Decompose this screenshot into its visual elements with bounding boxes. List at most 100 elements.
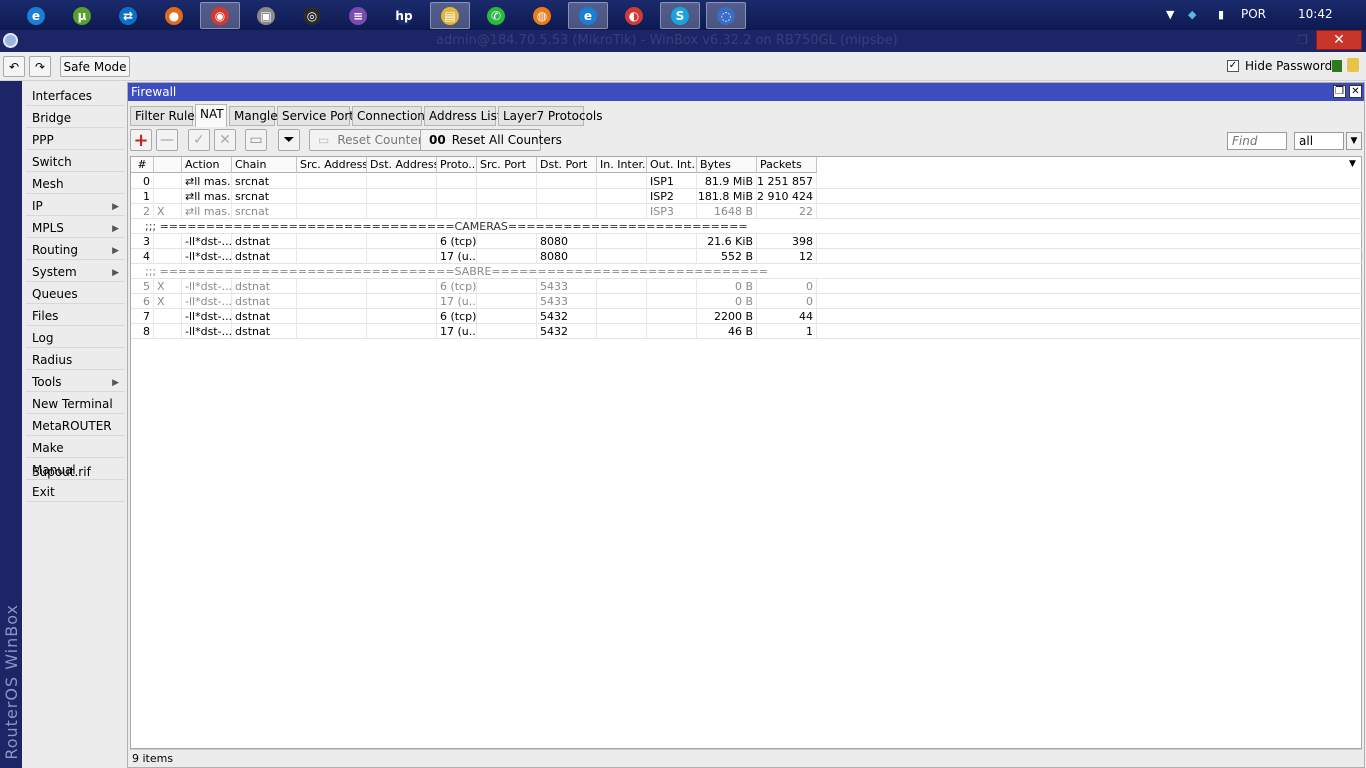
taskbar-app[interactable]: hp xyxy=(384,2,424,29)
reset-all-counters-button[interactable]: 00 Reset All Counters xyxy=(420,129,562,151)
taskbar-app[interactable]: ◉ xyxy=(200,2,240,29)
comment-row[interactable]: ;;; ================================SABR… xyxy=(131,264,1363,279)
hide-passwords-toggle[interactable]: ✓ Hide Passwords xyxy=(1227,59,1338,73)
sidebar-item-bridge[interactable]: Bridge xyxy=(26,106,125,128)
taskbar-app[interactable]: ✆ xyxy=(476,2,516,29)
enable-rule-button[interactable]: ✓ xyxy=(188,129,210,151)
taskbar-app[interactable]: e xyxy=(16,2,56,29)
filter-select[interactable]: all xyxy=(1294,132,1344,150)
sidebar-item-mesh[interactable]: Mesh xyxy=(26,172,125,194)
sidebar-item-routing[interactable]: Routing ▶ xyxy=(26,238,125,260)
columns-dropdown-icon[interactable]: ▼ xyxy=(1349,159,1356,169)
tab-address-lists[interactable]: Address Lists xyxy=(424,106,508,126)
cell-flag xyxy=(154,234,182,249)
comment-button[interactable]: ▭ xyxy=(245,129,267,151)
column-header-dst[interactable]: Dst. Address xyxy=(367,157,437,173)
sidebar-item-new-terminal[interactable]: New Terminal xyxy=(26,392,125,414)
close-window-button[interactable]: ✕ xyxy=(1316,30,1362,50)
battery-icon[interactable]: ▮ xyxy=(1218,8,1224,21)
filter-dropdown-button[interactable]: ▼ xyxy=(1346,132,1362,150)
column-header-sport[interactable]: Src. Port xyxy=(477,157,537,173)
column-header-in[interactable]: In. Inter... xyxy=(597,157,647,173)
sidebar-item-switch[interactable]: Switch xyxy=(26,150,125,172)
sidebar-item-label: New Terminal xyxy=(32,397,113,411)
taskbar-app[interactable]: ▣ xyxy=(246,2,286,29)
taskbar-app[interactable]: ≡ xyxy=(338,2,378,29)
safe-mode-button[interactable]: Safe Mode xyxy=(60,56,130,77)
sidebar-item-metarouter[interactable]: MetaROUTER xyxy=(26,414,125,436)
cell-bytes: 552 B xyxy=(697,249,757,264)
sidebar-item-label: Routing xyxy=(32,243,79,257)
sidebar-item-mpls[interactable]: MPLS ▶ xyxy=(26,216,125,238)
hide-passwords-checkbox[interactable]: ✓ xyxy=(1227,60,1239,72)
add-rule-button[interactable]: + xyxy=(130,129,152,151)
sidebar-item-interfaces[interactable]: Interfaces xyxy=(26,84,125,106)
comment-row[interactable]: ;;; ================================CAME… xyxy=(131,219,1363,234)
column-header-out[interactable]: Out. Int... xyxy=(647,157,697,173)
taskbar-app[interactable]: S xyxy=(660,2,700,29)
table-row[interactable]: 2X⇄ll mas...srcnat ISP31648 B22 xyxy=(131,204,1363,219)
sidebar-item-files[interactable]: Files xyxy=(26,304,125,326)
sidebar-item-queues[interactable]: Queues xyxy=(26,282,125,304)
table-row[interactable]: 6 X -ll*dst-... dstnat 17 (u... 5433 0 B0 xyxy=(131,294,1363,309)
table-row[interactable]: 8 -ll*dst-... dstnat 17 (u... 5432 46 B1 xyxy=(131,324,1363,339)
taskbar-app[interactable]: ◍ xyxy=(522,2,562,29)
redo-button[interactable]: ↷ xyxy=(29,56,51,77)
remove-rule-button[interactable]: — xyxy=(156,129,178,151)
tab-connections[interactable]: Connections xyxy=(352,106,431,126)
tab-nat[interactable]: NAT xyxy=(195,104,227,127)
sidebar-item-system[interactable]: System ▶ xyxy=(26,260,125,282)
sidebar-item-ppp[interactable]: PPP xyxy=(26,128,125,150)
windows-taskbar: e µ ⇄ ● ◉ ▣ ◎ ≡ hp ▤ ✆ ◍ e ◐ S ◌ ▼ ◆ ▮ POR 10:42 xyxy=(0,0,1366,30)
taskbar-app[interactable]: ◐ xyxy=(614,2,654,29)
taskbar-app[interactable]: ◌ xyxy=(706,2,746,29)
tab-service-ports[interactable]: Service Ports xyxy=(277,106,360,126)
sidebar-item-exit[interactable]: Exit xyxy=(26,480,125,502)
tab-layer7-protocols[interactable]: Layer7 Protocols xyxy=(498,106,603,126)
clock[interactable]: 10:42 xyxy=(1298,7,1333,21)
column-header-flag[interactable] xyxy=(154,157,182,173)
taskbar-app[interactable]: e xyxy=(568,2,608,29)
table-row[interactable]: 7 -ll*dst-... dstnat 6 (tcp) 5432 2200 B 44 xyxy=(131,309,1363,324)
sidebar-item-radius[interactable]: Radius xyxy=(26,348,125,370)
sidebar-item-tools[interactable]: Tools ▶ xyxy=(26,370,125,392)
column-header-chain[interactable]: Chain xyxy=(232,157,297,173)
restore-icon[interactable]: ❐ xyxy=(1297,33,1308,47)
tray-expand-icon[interactable]: ▼ xyxy=(1166,8,1174,21)
column-header-bytes[interactable]: Bytes xyxy=(697,157,757,173)
table-row[interactable]: 4 -ll*dst-... dstnat 17 (u... 8080 552 B 12 xyxy=(131,249,1363,264)
column-header-num[interactable]: # xyxy=(131,157,154,173)
column-header-src[interactable]: Src. Address xyxy=(297,157,367,173)
reset-counters-button[interactable]: ▭ Reset Counters xyxy=(309,129,438,151)
table-row[interactable]: 0 ⇄ll mas...srcnat ISP181.9 MiB1 251 857 xyxy=(131,174,1363,189)
taskbar-app[interactable]: ⇄ xyxy=(108,2,148,29)
filter-button[interactable]: ⏷ xyxy=(278,129,300,151)
taskbar-app[interactable]: ◎ xyxy=(292,2,332,29)
sidebar-item-manual[interactable]: Manual xyxy=(26,458,125,480)
find-input[interactable] xyxy=(1227,132,1287,150)
sidebar-item-ip[interactable]: IP ▶ xyxy=(26,194,125,216)
column-header-proto[interactable]: Proto... xyxy=(437,157,477,173)
sidebar-item-make-supout-rif[interactable]: Make Supout.rif xyxy=(26,436,125,479)
column-header-packets[interactable]: Packets xyxy=(757,157,817,173)
column-header-action[interactable]: Action xyxy=(182,157,232,173)
cell-dport xyxy=(537,189,597,204)
table-row[interactable]: 5 X -ll*dst-... dstnat 6 (tcp) 5433 0 B0 xyxy=(131,279,1363,294)
firewall-close-button[interactable]: ✕ xyxy=(1349,85,1362,98)
disable-rule-button[interactable]: ✕ xyxy=(214,129,236,151)
table-row[interactable]: 3 -ll*dst-... dstnat 6 (tcp) 8080 21.6 KiB 398 xyxy=(131,234,1363,249)
language-indicator[interactable]: POR xyxy=(1241,7,1266,21)
dropbox-icon[interactable]: ◆ xyxy=(1188,8,1196,21)
table-row[interactable]: 1 ⇄ll mas...srcnat ISP2181.8 MiB2 910 424 xyxy=(131,189,1363,204)
cell-flag xyxy=(154,309,182,324)
sidebar-item-log[interactable]: Log xyxy=(26,326,125,348)
taskbar-app[interactable]: ▤ xyxy=(430,2,470,29)
undo-button[interactable]: ↶ xyxy=(3,56,25,77)
column-header-dport[interactable]: Dst. Port xyxy=(537,157,597,173)
taskbar-app[interactable]: ● xyxy=(154,2,194,29)
tab-mangle[interactable]: Mangle xyxy=(229,106,278,126)
tab-filter-rules[interactable]: Filter Rules xyxy=(130,106,201,126)
cell-bytes: 0 B xyxy=(697,294,757,309)
taskbar-app[interactable]: µ xyxy=(62,2,102,29)
maximize-button[interactable]: ❐ xyxy=(1333,85,1346,98)
